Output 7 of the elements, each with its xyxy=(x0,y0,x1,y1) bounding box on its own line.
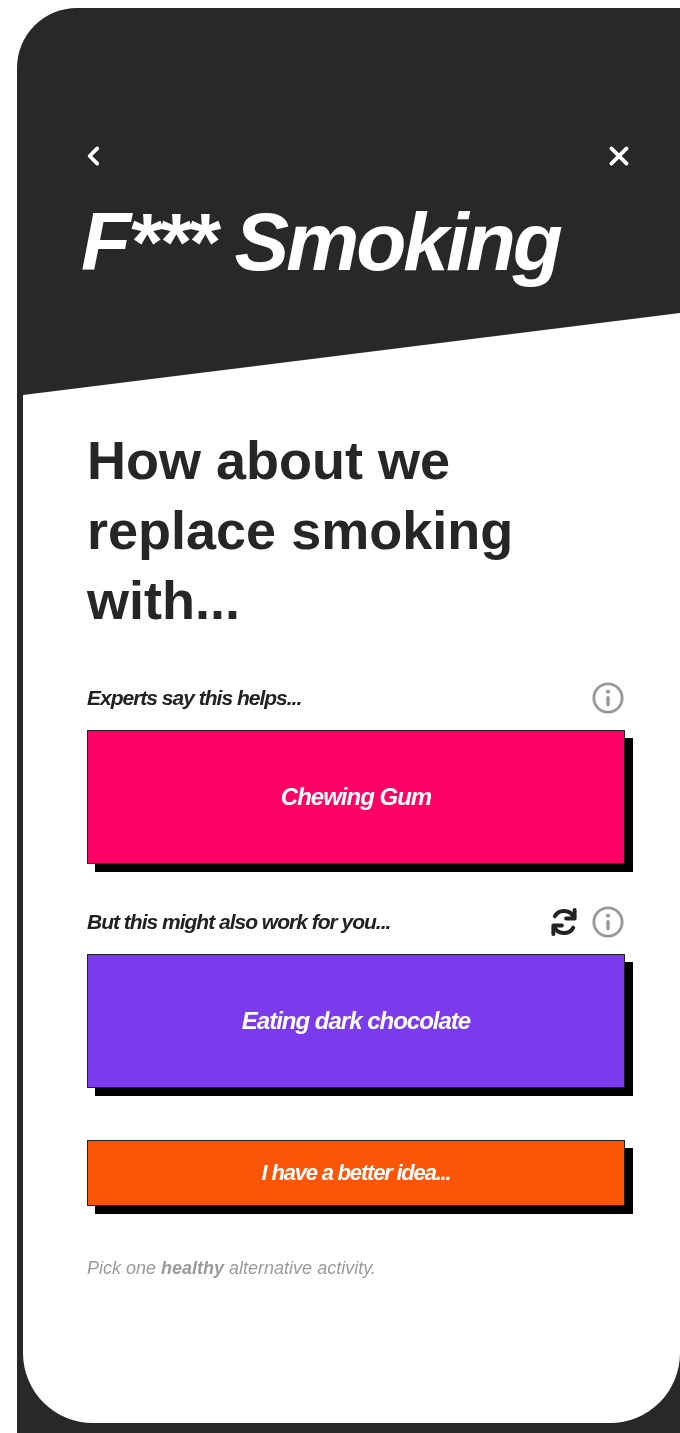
heading: How about we replace smoking with... xyxy=(87,429,515,633)
info-icon[interactable] xyxy=(591,904,625,939)
info-icon[interactable] xyxy=(591,680,625,715)
close-icon[interactable] xyxy=(606,143,632,169)
hint-text: Pick one healthy alternative activity. xyxy=(87,1257,376,1279)
section-label: But this might also work for you... xyxy=(87,909,392,934)
section-label: Experts say this helps... xyxy=(87,685,303,710)
